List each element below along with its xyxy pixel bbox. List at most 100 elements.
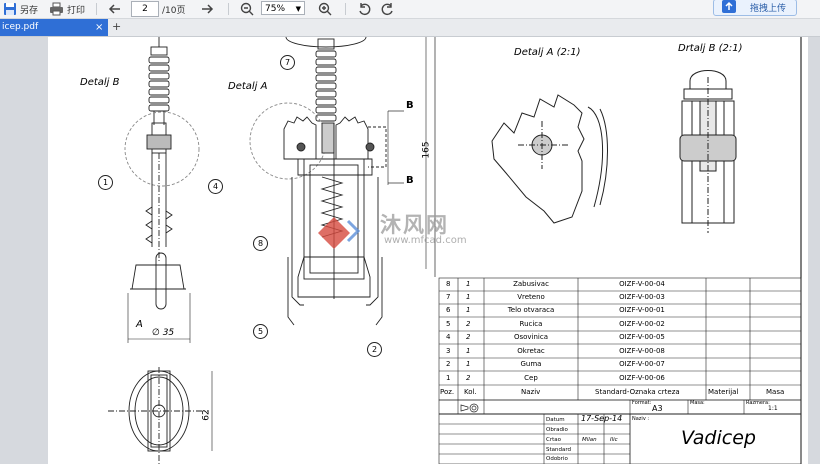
bom-cell-kol: 2 [466,374,471,382]
view-a-marker: A [136,319,143,330]
rotate-left-icon [359,3,371,16]
save-icon [4,3,16,15]
balloon: 7 [280,55,295,70]
naziv-label: Naziv : [632,416,650,422]
bom-cell-poz: 4 [446,333,451,341]
balloon: 1 [98,175,113,190]
zoom-in-button[interactable] [318,0,332,18]
zoom-value: 75% [265,4,286,14]
razmera-value: 1:1 [768,405,778,412]
bom-cell-poz: 7 [446,293,451,301]
upload-icon [722,0,736,13]
bom-cell-naziv: Osovinica [513,333,549,341]
section-view [249,37,427,326]
divider [228,0,229,18]
tab-document[interactable]: icep.pdf × [0,19,108,36]
masa-label: Masa: [690,400,705,406]
bom-cell-oznaka: OIZF-V-00-07 [619,360,665,368]
watermark-url: www.mfcad.com [384,235,467,246]
divider [96,0,97,18]
document-viewer[interactable]: Detalj A (2:1) Drtalj B (2:1) Detalj B D… [0,37,820,464]
chevron-down-icon: ▼ [295,5,301,13]
rotate-left-button[interactable] [357,0,371,18]
bom-cell-naziv: Okretac [517,347,545,355]
bom-cell-kol: 1 [466,280,471,288]
balloon: 2 [367,342,382,357]
odobrio-label: Odobrio [546,456,568,462]
bom-header-poz: Poz. [440,388,455,396]
bom-cell-oznaka: OIZF-V-00-02 [619,320,665,328]
tab-label: icep.pdf [2,22,39,32]
front-view [108,37,213,464]
bom-header-naziv: Naziv [521,388,541,396]
bom-cell-kol: 1 [466,360,471,368]
crtao-name: Milan [582,437,597,443]
bom-header-oznaka: Standard-Oznaka crteza [595,388,680,396]
bom-cell-oznaka: OIZF-V-00-08 [619,347,665,355]
section-marker-bottom: B [406,175,414,186]
save-button[interactable]: 另存 [3,0,38,18]
rotate-right-icon [381,3,393,16]
bom-cell-poz: 8 [446,280,451,288]
bom-cell-oznaka: OIZF-V-00-06 [619,374,665,382]
datum-value: 17-Sep-14 [581,414,623,423]
print-button[interactable]: 打印 [49,0,85,18]
detail-a-view [491,94,608,224]
bom-cell-naziv: Zabusivac [513,280,549,288]
bom-header-kol: Kol. [464,388,477,396]
next-page-button[interactable] [200,0,214,18]
watermark [318,217,361,249]
bom-cell-oznaka: OIZF-V-00-05 [619,333,665,341]
detail-b-title: Drtalj B (2:1) [678,43,743,54]
rotate-right-button[interactable] [381,0,395,18]
bom-cell-poz: 5 [446,320,451,328]
bom-cell-naziv: Cep [524,374,538,382]
format-label: Format: [632,400,652,406]
detalj-a-callout: Detalj A [228,81,268,92]
new-tab-button[interactable]: + [112,19,121,35]
standard-label: Standard [546,447,572,453]
zoom-select[interactable]: 75% ▼ [261,1,305,15]
balloon: 5 [253,324,268,339]
bom-cell-naziv: Telo otvaraca [507,306,555,314]
bom-cell-naziv: Guma [520,360,542,368]
datum-label: Datum [546,417,565,423]
divider [345,0,346,18]
print-icon [50,2,63,16]
obradio-label: Obradio [546,427,568,433]
drawing-title: Vadicep [681,427,756,449]
format-value: A3 [652,404,663,413]
bom-cell-oznaka: OIZF-V-00-04 [619,280,665,288]
bom-cell-poz: 1 [446,374,451,382]
prev-page-button[interactable] [108,0,122,18]
print-label: 打印 [67,5,86,16]
razmera-label: Razmera: [746,400,770,406]
bom-header-masa: Masa [766,388,785,396]
detail-b-view [679,70,737,233]
balloon: 4 [208,179,223,194]
bom-cell-poz: 2 [446,360,451,368]
close-icon[interactable]: × [95,19,103,36]
upload-button[interactable]: 拖拽上传 [713,0,797,16]
bom-cell-kol: 1 [466,306,471,314]
projection-symbol-icon [460,403,479,413]
bom-cell-oznaka: OIZF-V-00-03 [619,293,665,301]
crtao-label: Crtao [546,437,561,443]
balloon: 8 [253,236,268,251]
bom-header-materijal: Materijal [708,388,739,396]
page-number-input[interactable]: 2 [131,1,159,17]
page-total: /10页 [162,5,186,16]
tab-bar: icep.pdf × + [0,19,820,37]
bom-cell-kol: 1 [466,293,471,301]
bom-cell-poz: 6 [446,306,451,314]
upload-label: 拖拽上传 [750,4,787,14]
arrow-left-icon [108,4,120,14]
dimension-62: 62 [201,409,212,421]
detalj-b-callout: Detalj B [80,77,120,88]
bom-cell-kol: 2 [466,320,471,328]
arrow-right-icon [202,4,214,14]
zoom-out-button[interactable] [240,0,254,18]
bom-cell-naziv: Rucica [519,320,543,328]
zoom-in-icon [318,2,332,16]
crtao-signature: Ilic [610,437,618,443]
